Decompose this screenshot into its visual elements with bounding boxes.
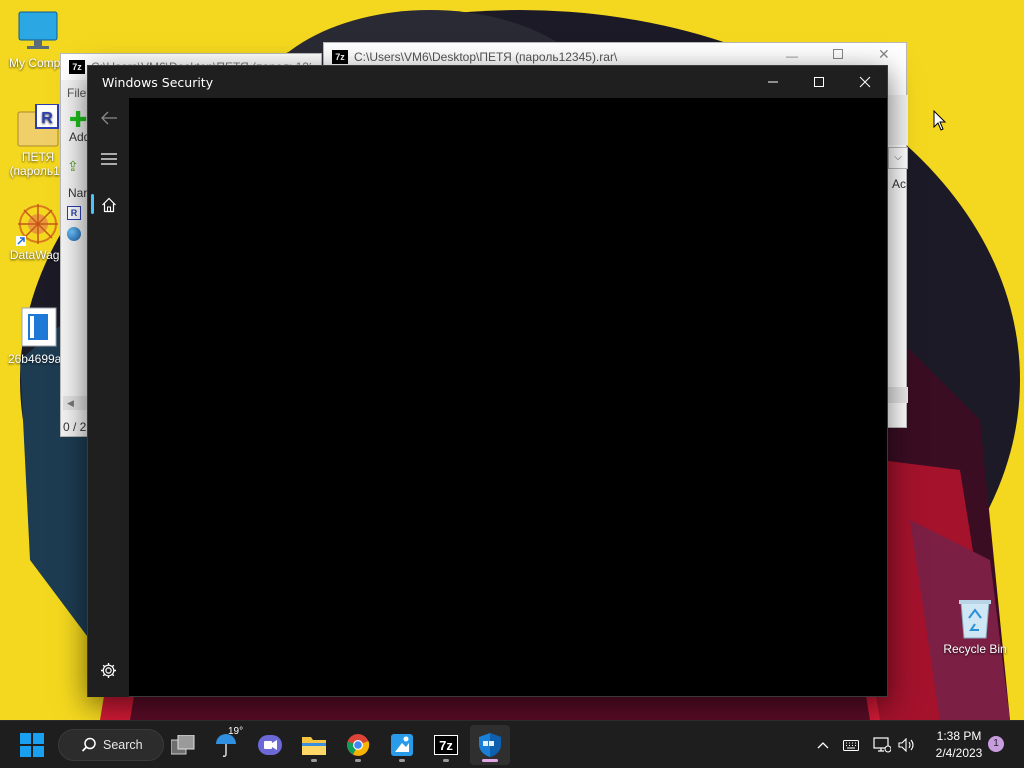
nav-home[interactable] [88, 187, 129, 223]
start-icon [20, 733, 44, 757]
keyboard-button[interactable] [840, 721, 862, 768]
windows-security-titlebar[interactable]: Windows Security [88, 66, 887, 98]
nav-settings[interactable] [88, 652, 129, 688]
windows-security-content [129, 98, 887, 696]
archive-window-title: C:\Users\VM6\Desktop\ПЕТЯ (пароль12345).… [354, 50, 618, 64]
windows-security-title: Windows Security [102, 74, 214, 90]
chevron-up-icon [817, 742, 829, 749]
archive-toolbar [888, 95, 908, 145]
maximize-icon [814, 77, 824, 87]
speaker-icon [898, 738, 914, 752]
running-indicator [311, 759, 317, 762]
start-button[interactable] [12, 725, 52, 765]
teams-chat-button[interactable] [250, 725, 290, 765]
close-icon[interactable]: ✕ [878, 46, 890, 63]
menu-file[interactable]: File [67, 86, 86, 100]
navigation-pane [88, 98, 129, 697]
taskbar: Search 19° 7z 1:38 PM 2/4/2023 [0, 720, 1024, 768]
chrome-button[interactable] [338, 725, 378, 765]
document-icon [16, 306, 60, 350]
file-explorer-icon [302, 737, 326, 755]
status-bar: 0 / 2 [63, 420, 87, 434]
windows-security-window[interactable]: Windows Security [87, 65, 888, 697]
maximize-icon[interactable] [833, 49, 843, 59]
7zip-icon: 7z [69, 60, 85, 74]
maximize-button[interactable] [796, 66, 842, 98]
column-name-header[interactable]: Nar [68, 186, 87, 200]
svg-text:R: R [41, 110, 53, 127]
hamburger-menu-icon [100, 153, 117, 165]
folder-up-icon[interactable]: ⇪ [67, 158, 79, 175]
task-view-button[interactable] [163, 725, 203, 765]
network-icon [873, 737, 891, 753]
close-icon [859, 76, 871, 88]
weather-temp: 19° [228, 726, 244, 737]
search-icon [81, 737, 96, 752]
chrome-icon [347, 734, 370, 756]
hscrollbar[interactable]: ◀ [63, 396, 89, 410]
running-indicator [399, 759, 405, 762]
rar-file-icon: R [67, 206, 81, 220]
7zip-button[interactable]: 7z [426, 725, 466, 765]
winrar-archive-icon: R [16, 103, 60, 148]
paint-icon [391, 734, 413, 756]
globe-icon [67, 227, 81, 241]
weather-widget[interactable]: 19° [206, 725, 246, 765]
file-explorer-button[interactable] [294, 725, 334, 765]
7zip-icon: 7z [332, 50, 348, 64]
windows-security-button[interactable] [470, 725, 510, 765]
teams-chat-icon [258, 735, 282, 755]
desktop-icon-recycle-bin[interactable]: Recycle Bin [936, 596, 1014, 656]
desktop-icon-label: Recycle Bin [943, 642, 1007, 656]
minimize-button[interactable] [750, 66, 796, 98]
notification-badge[interactable]: 1 [988, 736, 1004, 752]
taskbar-clock[interactable]: 1:38 PM 2/4/2023 [928, 728, 990, 762]
volume-button[interactable] [895, 721, 919, 768]
archive-dropdown[interactable]: ⌵ [888, 147, 908, 169]
archive-column-header[interactable]: Ac [892, 177, 906, 191]
gear-icon [101, 662, 116, 678]
datawagon-icon [16, 202, 60, 246]
minimize-icon[interactable]: — [786, 49, 798, 63]
archive-scrollbar[interactable] [888, 387, 908, 403]
paint-button[interactable] [382, 725, 422, 765]
home-icon [101, 197, 116, 213]
close-button[interactable] [842, 66, 888, 98]
back-arrow-icon [100, 111, 117, 125]
search-label: Search [103, 738, 143, 752]
task-view-icon [171, 735, 195, 755]
monitor-icon [16, 10, 60, 54]
clock-date: 2/4/2023 [935, 746, 983, 760]
keyboard-icon [843, 739, 859, 751]
minimize-icon [768, 81, 778, 83]
active-indicator [482, 759, 498, 762]
windows-security-icon [479, 733, 501, 757]
running-indicator [443, 759, 449, 762]
back-button[interactable] [88, 100, 129, 136]
running-indicator [355, 759, 361, 762]
mouse-cursor-icon [933, 110, 947, 131]
recycle-bin-icon [953, 596, 997, 640]
menu-button[interactable] [88, 141, 129, 177]
7zip-icon: 7z [434, 735, 458, 755]
taskbar-search[interactable]: Search [58, 729, 164, 761]
show-hidden-icons-button[interactable] [812, 721, 834, 768]
network-button[interactable] [871, 721, 893, 768]
clock-time: 1:38 PM [936, 729, 982, 743]
